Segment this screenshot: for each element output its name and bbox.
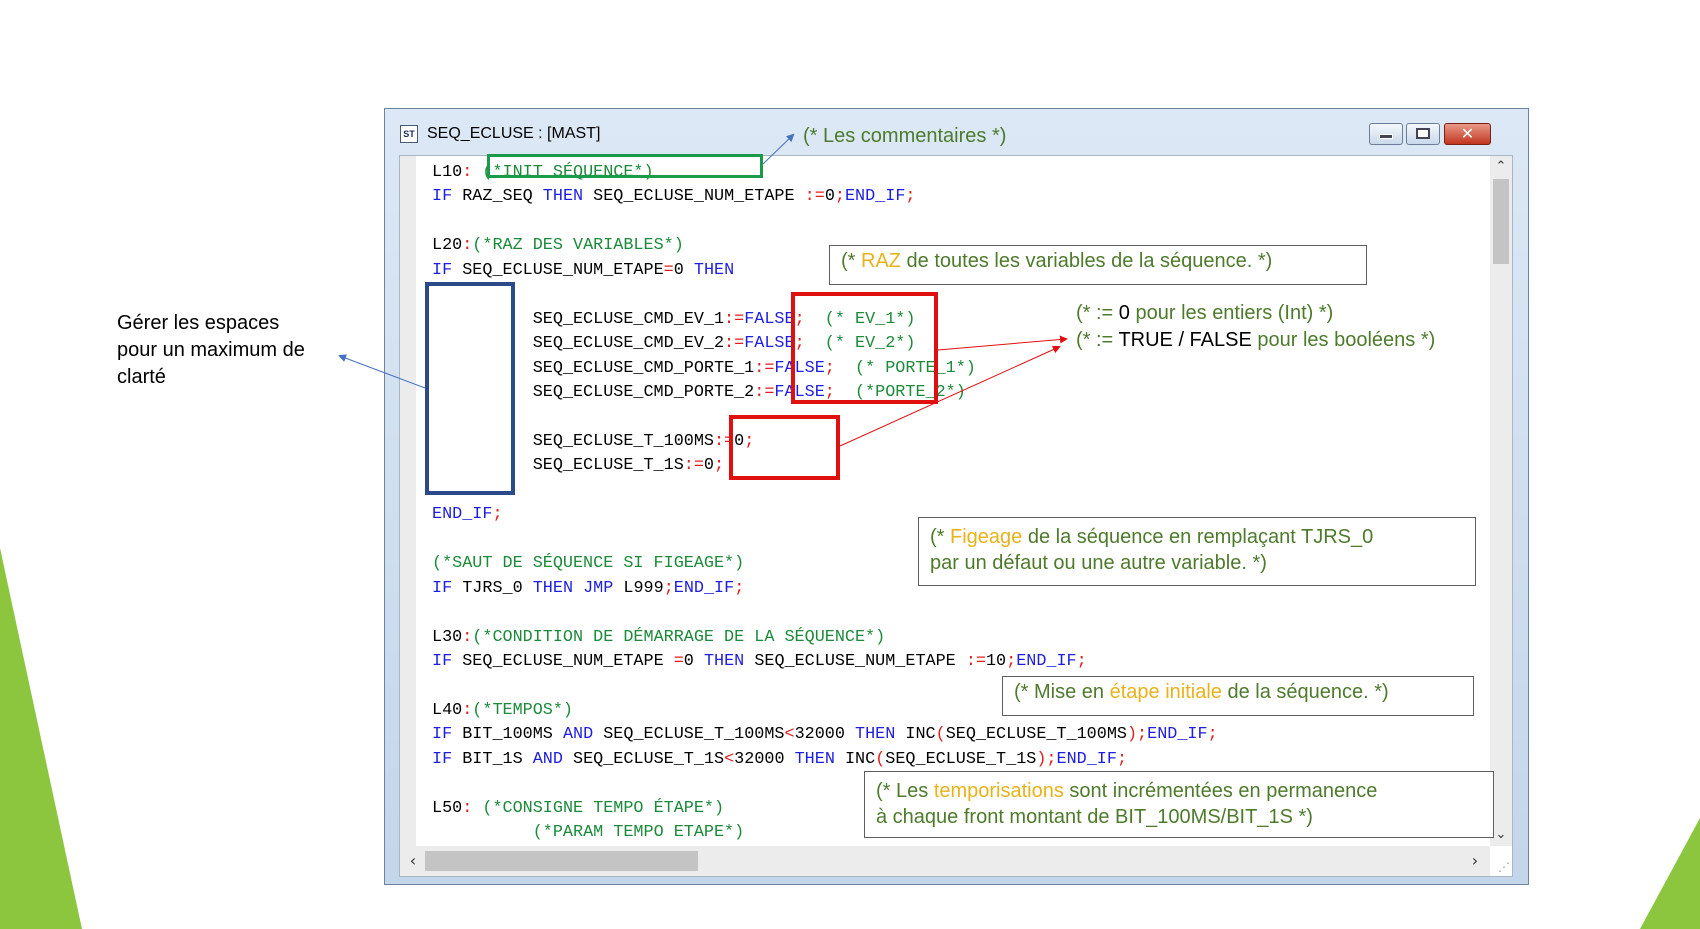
annotation-arrows bbox=[338, 133, 1068, 447]
int-arrow bbox=[839, 345, 1061, 447]
comments-arrow bbox=[762, 133, 795, 165]
spacing-arrow bbox=[338, 354, 426, 389]
bool-arrow bbox=[937, 335, 1068, 351]
